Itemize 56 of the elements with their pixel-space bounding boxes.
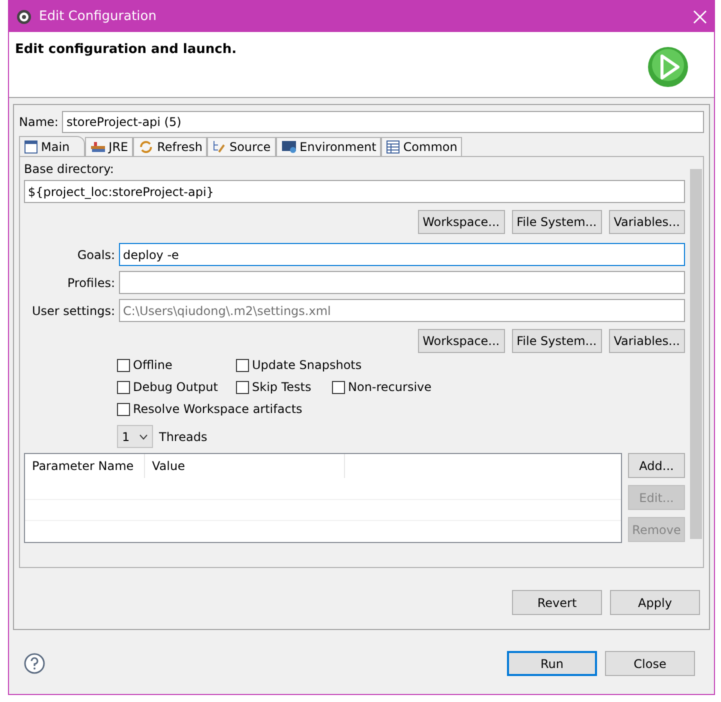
checkbox[interactable]: [236, 380, 249, 394]
table-icon: [386, 140, 400, 154]
checkbox-label: Non-recursive: [348, 379, 432, 396]
input-field[interactable]: [119, 271, 685, 294]
button[interactable]: Workspace...: [418, 329, 505, 353]
refresh-icon: [138, 140, 154, 154]
tab[interactable]: Refresh: [133, 137, 208, 156]
checkbox-label: Offline: [133, 357, 172, 374]
checkbox-label: Resolve Workspace artifacts: [133, 401, 302, 418]
column-header: Value: [145, 454, 345, 478]
checkbox[interactable]: [332, 380, 345, 394]
checkbox[interactable]: [117, 358, 130, 372]
button[interactable]: Variables...: [608, 329, 685, 353]
button[interactable]: File System...: [512, 329, 602, 353]
threads-dropdown[interactable]: 1: [117, 425, 153, 448]
input-field[interactable]: ${project_loc:storeProject-api}: [24, 180, 685, 203]
button[interactable]: Workspace...: [418, 210, 505, 234]
window-title: Edit Configuration: [39, 8, 158, 26]
checkbox-label: Debug Output: [133, 379, 218, 396]
name-field[interactable]: storeProject-api (5): [62, 111, 704, 133]
checkbox-label: Skip Tests: [252, 379, 312, 396]
button[interactable]: Add...: [628, 453, 685, 478]
tab[interactable]: Main: [19, 136, 85, 156]
input-field[interactable]: deploy -e: [119, 243, 685, 266]
button[interactable]: Run: [507, 651, 597, 676]
tab[interactable]: Environment: [276, 137, 382, 156]
help-icon[interactable]: [24, 653, 45, 674]
checkbox[interactable]: [117, 402, 130, 416]
tab[interactable]: Source: [207, 137, 276, 156]
tab[interactable]: Common: [381, 137, 462, 156]
button[interactable]: Close: [605, 651, 695, 676]
button[interactable]: File System...: [512, 210, 602, 234]
button[interactable]: Revert: [512, 590, 602, 615]
field-label: Profiles:: [66, 274, 115, 292]
name-label: Name:: [19, 114, 58, 131]
field-label: User settings:: [30, 302, 115, 320]
checkbox-label: Update Snapshots: [252, 357, 362, 374]
books-icon: [90, 140, 106, 154]
button[interactable]: Variables...: [608, 210, 685, 234]
tree-pencil-icon: [212, 140, 226, 154]
field-label: Goals:: [76, 246, 115, 264]
button[interactable]: Apply: [610, 590, 700, 615]
play-icon: [646, 45, 690, 89]
header-message: Edit configuration and launch.: [15, 41, 237, 59]
document-icon: [24, 140, 38, 154]
monitor-icon: [280, 140, 297, 154]
tab[interactable]: JRE: [84, 137, 134, 156]
input-field[interactable]: C:\Users\qiudong\.m2\settings.xml: [119, 299, 685, 322]
field-label: Base directory:: [24, 161, 115, 178]
gear-icon: [16, 8, 32, 24]
threads-label: Threads: [159, 428, 208, 446]
column-header: Parameter Name: [25, 454, 145, 478]
close-icon[interactable]: [693, 10, 707, 24]
checkbox[interactable]: [117, 380, 130, 394]
checkbox[interactable]: [236, 358, 249, 372]
chevron-down-icon: [139, 434, 148, 440]
